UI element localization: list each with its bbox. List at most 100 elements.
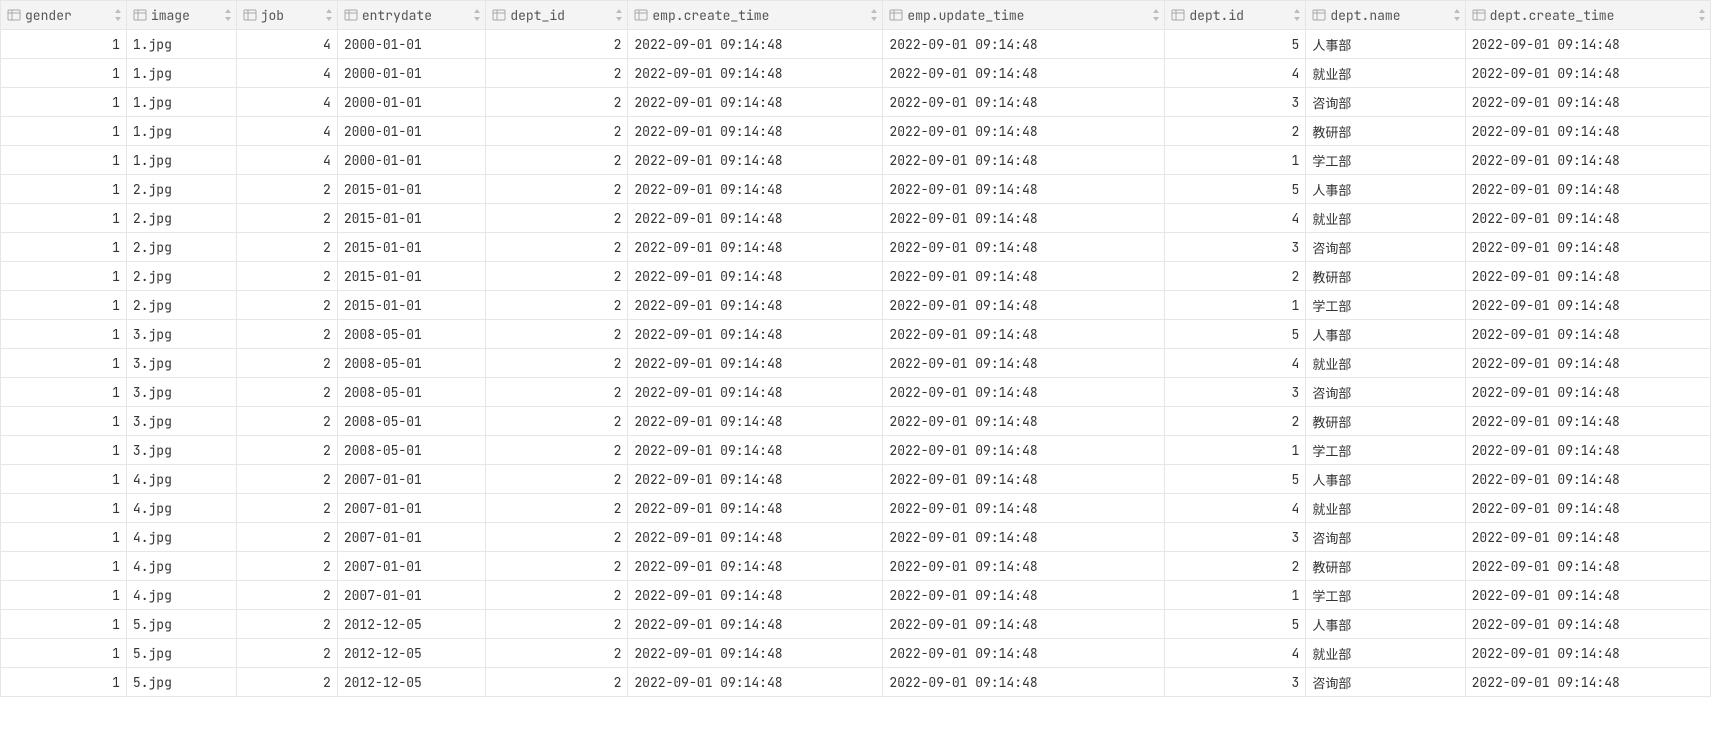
cell-image[interactable]: 2.jpg bbox=[126, 175, 236, 204]
cell-gender[interactable]: 1 bbox=[1, 291, 127, 320]
cell-dept_name[interactable]: 教研部 bbox=[1306, 262, 1465, 291]
cell-job[interactable]: 2 bbox=[236, 233, 337, 262]
cell-emp_update_time[interactable]: 2022-09-01 09:14:48 bbox=[883, 552, 1165, 581]
cell-dept_name[interactable]: 人事部 bbox=[1306, 320, 1465, 349]
cell-dept_pk[interactable]: 2 bbox=[1165, 407, 1306, 436]
cell-dept_pk[interactable]: 1 bbox=[1165, 436, 1306, 465]
cell-dept_create_time[interactable]: 2022-09-01 09:14:48 bbox=[1465, 407, 1710, 436]
cell-entrydate[interactable]: 2007-01-01 bbox=[337, 465, 486, 494]
cell-dept_name[interactable]: 就业部 bbox=[1306, 59, 1465, 88]
cell-job[interactable]: 2 bbox=[236, 175, 337, 204]
sort-icon[interactable] bbox=[224, 9, 232, 21]
cell-dept_create_time[interactable]: 2022-09-01 09:14:48 bbox=[1465, 523, 1710, 552]
cell-gender[interactable]: 1 bbox=[1, 88, 127, 117]
cell-dept_id[interactable]: 2 bbox=[486, 523, 628, 552]
cell-dept_pk[interactable]: 3 bbox=[1165, 88, 1306, 117]
cell-dept_pk[interactable]: 2 bbox=[1165, 262, 1306, 291]
cell-dept_create_time[interactable]: 2022-09-01 09:14:48 bbox=[1465, 146, 1710, 175]
cell-job[interactable]: 4 bbox=[236, 117, 337, 146]
cell-dept_pk[interactable]: 1 bbox=[1165, 146, 1306, 175]
cell-job[interactable]: 4 bbox=[236, 59, 337, 88]
cell-job[interactable]: 2 bbox=[236, 465, 337, 494]
cell-job[interactable]: 2 bbox=[236, 523, 337, 552]
cell-image[interactable]: 4.jpg bbox=[126, 494, 236, 523]
cell-dept_create_time[interactable]: 2022-09-01 09:14:48 bbox=[1465, 552, 1710, 581]
cell-dept_name[interactable]: 咨询部 bbox=[1306, 233, 1465, 262]
table-row[interactable]: 12.jpg22015-01-0122022-09-01 09:14:48202… bbox=[1, 175, 1711, 204]
cell-entrydate[interactable]: 2015-01-01 bbox=[337, 233, 486, 262]
cell-emp_update_time[interactable]: 2022-09-01 09:14:48 bbox=[883, 436, 1165, 465]
cell-gender[interactable]: 1 bbox=[1, 262, 127, 291]
cell-dept_name[interactable]: 人事部 bbox=[1306, 465, 1465, 494]
cell-job[interactable]: 2 bbox=[236, 581, 337, 610]
cell-gender[interactable]: 1 bbox=[1, 610, 127, 639]
cell-dept_create_time[interactable]: 2022-09-01 09:14:48 bbox=[1465, 233, 1710, 262]
cell-dept_create_time[interactable]: 2022-09-01 09:14:48 bbox=[1465, 610, 1710, 639]
table-row[interactable]: 13.jpg22008-05-0122022-09-01 09:14:48202… bbox=[1, 349, 1711, 378]
cell-emp_create_time[interactable]: 2022-09-01 09:14:48 bbox=[628, 175, 883, 204]
cell-dept_create_time[interactable]: 2022-09-01 09:14:48 bbox=[1465, 581, 1710, 610]
cell-dept_name[interactable]: 学工部 bbox=[1306, 581, 1465, 610]
cell-dept_create_time[interactable]: 2022-09-01 09:14:48 bbox=[1465, 349, 1710, 378]
sort-icon[interactable] bbox=[870, 9, 878, 21]
cell-dept_pk[interactable]: 5 bbox=[1165, 30, 1306, 59]
cell-job[interactable]: 2 bbox=[236, 378, 337, 407]
sort-icon[interactable] bbox=[1293, 9, 1301, 21]
column-header-job[interactable]: job bbox=[236, 1, 337, 30]
cell-emp_create_time[interactable]: 2022-09-01 09:14:48 bbox=[628, 494, 883, 523]
cell-dept_pk[interactable]: 4 bbox=[1165, 639, 1306, 668]
cell-entrydate[interactable]: 2012-12-05 bbox=[337, 610, 486, 639]
cell-job[interactable]: 2 bbox=[236, 639, 337, 668]
cell-entrydate[interactable]: 2015-01-01 bbox=[337, 262, 486, 291]
cell-dept_pk[interactable]: 3 bbox=[1165, 233, 1306, 262]
cell-emp_update_time[interactable]: 2022-09-01 09:14:48 bbox=[883, 146, 1165, 175]
cell-emp_update_time[interactable]: 2022-09-01 09:14:48 bbox=[883, 262, 1165, 291]
cell-entrydate[interactable]: 2000-01-01 bbox=[337, 88, 486, 117]
cell-emp_create_time[interactable]: 2022-09-01 09:14:48 bbox=[628, 88, 883, 117]
cell-gender[interactable]: 1 bbox=[1, 349, 127, 378]
cell-image[interactable]: 1.jpg bbox=[126, 59, 236, 88]
cell-dept_create_time[interactable]: 2022-09-01 09:14:48 bbox=[1465, 88, 1710, 117]
cell-gender[interactable]: 1 bbox=[1, 30, 127, 59]
column-header-dept_name[interactable]: dept.name bbox=[1306, 1, 1465, 30]
cell-entrydate[interactable]: 2007-01-01 bbox=[337, 552, 486, 581]
cell-emp_update_time[interactable]: 2022-09-01 09:14:48 bbox=[883, 668, 1165, 697]
cell-job[interactable]: 2 bbox=[236, 204, 337, 233]
cell-dept_name[interactable]: 咨询部 bbox=[1306, 378, 1465, 407]
cell-emp_create_time[interactable]: 2022-09-01 09:14:48 bbox=[628, 320, 883, 349]
table-row[interactable]: 13.jpg22008-05-0122022-09-01 09:14:48202… bbox=[1, 320, 1711, 349]
cell-entrydate[interactable]: 2000-01-01 bbox=[337, 117, 486, 146]
cell-image[interactable]: 3.jpg bbox=[126, 349, 236, 378]
cell-dept_id[interactable]: 2 bbox=[486, 146, 628, 175]
cell-dept_id[interactable]: 2 bbox=[486, 204, 628, 233]
cell-gender[interactable]: 1 bbox=[1, 320, 127, 349]
cell-dept_pk[interactable]: 4 bbox=[1165, 349, 1306, 378]
cell-dept_name[interactable]: 学工部 bbox=[1306, 436, 1465, 465]
cell-dept_id[interactable]: 2 bbox=[486, 262, 628, 291]
cell-emp_update_time[interactable]: 2022-09-01 09:14:48 bbox=[883, 117, 1165, 146]
cell-dept_id[interactable]: 2 bbox=[486, 465, 628, 494]
cell-entrydate[interactable]: 2008-05-01 bbox=[337, 349, 486, 378]
cell-emp_create_time[interactable]: 2022-09-01 09:14:48 bbox=[628, 523, 883, 552]
cell-gender[interactable]: 1 bbox=[1, 204, 127, 233]
cell-dept_id[interactable]: 2 bbox=[486, 552, 628, 581]
cell-job[interactable]: 2 bbox=[236, 349, 337, 378]
cell-job[interactable]: 4 bbox=[236, 30, 337, 59]
sort-icon[interactable] bbox=[1152, 9, 1160, 21]
cell-dept_pk[interactable]: 2 bbox=[1165, 117, 1306, 146]
sort-icon[interactable] bbox=[1698, 9, 1706, 21]
cell-job[interactable]: 2 bbox=[236, 320, 337, 349]
column-header-emp_create_time[interactable]: emp.create_time bbox=[628, 1, 883, 30]
cell-dept_create_time[interactable]: 2022-09-01 09:14:48 bbox=[1465, 117, 1710, 146]
cell-emp_create_time[interactable]: 2022-09-01 09:14:48 bbox=[628, 117, 883, 146]
cell-dept_name[interactable]: 学工部 bbox=[1306, 291, 1465, 320]
cell-gender[interactable]: 1 bbox=[1, 639, 127, 668]
cell-entrydate[interactable]: 2007-01-01 bbox=[337, 494, 486, 523]
cell-emp_create_time[interactable]: 2022-09-01 09:14:48 bbox=[628, 552, 883, 581]
table-row[interactable]: 14.jpg22007-01-0122022-09-01 09:14:48202… bbox=[1, 494, 1711, 523]
cell-job[interactable]: 2 bbox=[236, 494, 337, 523]
cell-image[interactable]: 5.jpg bbox=[126, 610, 236, 639]
table-row[interactable]: 12.jpg22015-01-0122022-09-01 09:14:48202… bbox=[1, 233, 1711, 262]
cell-dept_pk[interactable]: 5 bbox=[1165, 610, 1306, 639]
cell-emp_create_time[interactable]: 2022-09-01 09:14:48 bbox=[628, 146, 883, 175]
